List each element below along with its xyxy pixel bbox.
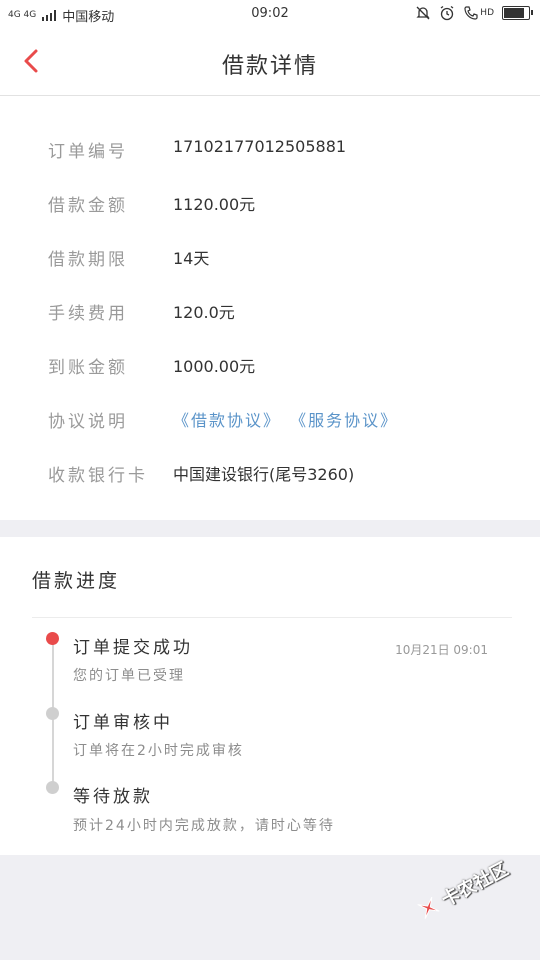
alarm-icon [440, 5, 454, 21]
detail-label: 协议说明 [48, 412, 128, 432]
hd-label: HD [480, 8, 494, 18]
detail-label: 借款金额 [48, 196, 128, 216]
detail-value: 14天 [173, 249, 210, 268]
timeline-dot-active [46, 632, 59, 645]
step-title: 订单提交成功 [73, 638, 193, 658]
loan-agreement-link[interactable]: 《借款协议》 [173, 411, 281, 430]
step-time: 10月21日 09:01 [395, 643, 488, 657]
progress-title: 借款进度 [32, 570, 121, 592]
nav-bar: 借款详情 [0, 28, 540, 96]
detail-row-order-number: 订单编号 17102177012505881 [0, 133, 540, 163]
step-title: 等待放款 [73, 787, 153, 807]
detail-value: 120.0元 [173, 303, 235, 322]
detail-value: 17102177012505881 [173, 137, 347, 156]
detail-label: 到账金额 [48, 358, 128, 378]
divider [32, 617, 512, 618]
detail-row-loan-amount: 借款金额 1120.00元 [0, 187, 540, 217]
loan-details-card: 订单编号 17102177012505881 借款金额 1120.00元 借款期… [0, 96, 540, 520]
status-right: HD [415, 5, 533, 21]
detail-value: 1000.00元 [173, 357, 256, 376]
timeline-dot [46, 781, 59, 794]
detail-label: 手续费用 [48, 304, 128, 324]
detail-label: 订单编号 [48, 142, 128, 162]
step-desc: 预计24小时内完成放款，请时心等待 [73, 818, 335, 834]
detail-row-received-amount: 到账金额 1000.00元 [0, 349, 540, 379]
detail-row-fee: 手续费用 120.0元 [0, 295, 540, 325]
detail-value: 中国建设银行(尾号3260) [173, 465, 355, 484]
battery-icon [502, 6, 533, 20]
detail-label: 收款银行卡 [48, 466, 148, 486]
battery-level [504, 8, 524, 18]
step-desc: 订单将在2小时完成审核 [73, 743, 244, 759]
detail-row-agreements: 协议说明 《借款协议》 《服务协议》 [0, 403, 540, 433]
loan-progress-card: 借款进度 订单提交成功 10月21日 09:01 您的订单已受理 订单审核中 订… [0, 537, 540, 855]
detail-row-bank-card: 收款银行卡 中国建设银行(尾号3260) [0, 457, 540, 487]
detail-row-loan-term: 借款期限 14天 [0, 241, 540, 271]
step-title: 订单审核中 [73, 713, 173, 733]
agreements-links: 《借款协议》 《服务协议》 [173, 407, 398, 431]
status-bar: 4G 4G 中国移动 09:02 HD [0, 0, 540, 28]
step-desc: 您的订单已受理 [73, 668, 185, 684]
detail-label: 借款期限 [48, 250, 128, 270]
service-agreement-link[interactable]: 《服务协议》 [290, 411, 398, 430]
watermark-text: 卡农社区 [438, 858, 512, 911]
detail-value: 1120.00元 [173, 195, 256, 214]
timeline-dot [46, 707, 59, 720]
page-title: 借款详情 [221, 54, 318, 79]
mute-bell-icon [416, 6, 430, 20]
hd-call-icon: HD [463, 5, 494, 21]
